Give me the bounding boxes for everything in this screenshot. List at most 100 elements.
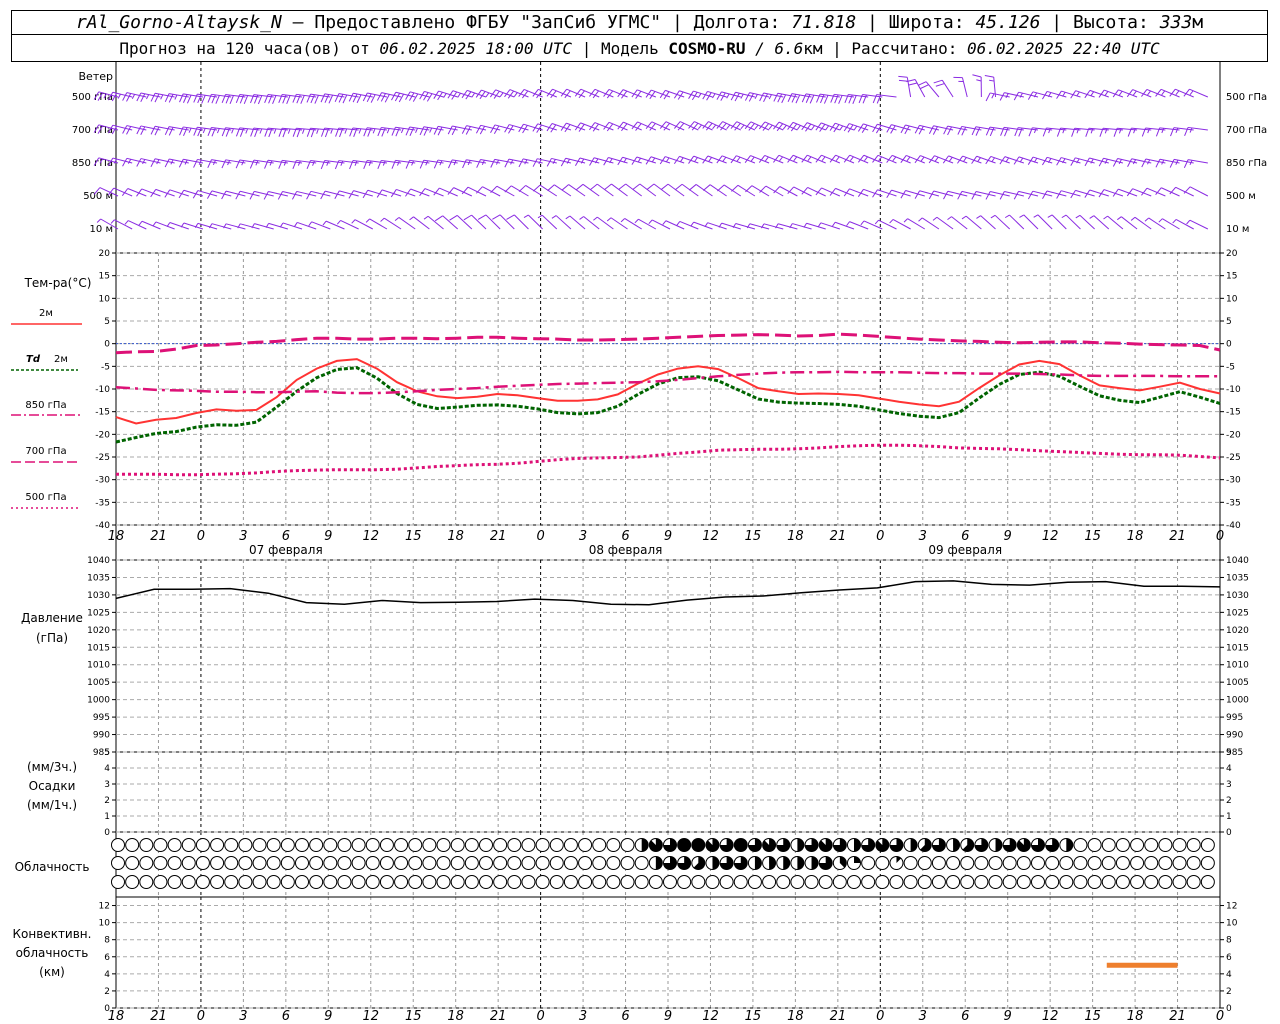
cloud-symbol [1059,838,1074,852]
wind-barb-feather [989,79,995,82]
precip-tick-label-right: 3 [1226,780,1232,790]
wind-barb-feather [1027,190,1034,200]
cloud-fill [769,856,776,870]
wind-barb [787,186,812,197]
wind-barb-feather [356,94,362,104]
wind-barb-feather [249,191,255,200]
wind-barb-feather [146,94,150,100]
cloud-symbol [634,875,649,889]
wind-barb-feather [697,124,702,130]
cloud-symbol [620,875,635,889]
cloud-symbol [1087,875,1102,889]
wind-barb [1112,89,1138,98]
cloud-circle [946,875,961,889]
cloud-symbol [323,875,338,889]
wind-barb-feather [492,214,501,220]
x-tick-label-mid: 21 [830,529,847,544]
cloud-circle [436,838,451,852]
cloud-symbol [578,856,593,870]
temp-tick-label-right: 20 [1226,249,1238,259]
wind-barb-shaft [568,184,586,197]
wind-barb-feather [193,159,198,168]
cloud-symbol [875,875,890,889]
cloud-symbol [1158,838,1173,852]
wind-barb-feather [745,185,753,193]
wind-barb-shaft [1051,214,1067,230]
cloud-symbol [266,875,281,889]
wind-barb-feather [362,92,368,102]
temp-tick-label-left: -25 [95,453,110,463]
wind-barb-feather [340,160,344,166]
cloud-symbol [535,856,550,870]
cloud-symbol [295,838,309,852]
temp-tick-label-right: -20 [1226,430,1241,440]
cloud-fill [953,838,960,852]
cloud-circle [224,875,239,889]
wind-barb [291,190,317,200]
cloud-symbol [549,856,564,870]
cloud-circle [832,875,847,889]
cloud-symbol [861,838,876,852]
cloud-circle [988,875,1003,889]
wind-barb-shaft [442,215,459,230]
x-tick-label-bottom: 0 [536,1009,544,1024]
wind-barb-feather [722,156,727,162]
wind-barb-feather [759,185,767,193]
cloud-symbol [464,838,479,852]
wind-barb-feather [273,128,277,134]
cloud-circle [379,838,394,852]
wind-barb-shaft [914,79,926,98]
pressure-tick-label-left: 1015 [87,643,110,653]
wind-barb-feather [429,127,433,133]
cloud-symbol [238,875,253,889]
cloud-fill [854,838,861,852]
cloud-circle [351,856,366,870]
wind-barb-feather [690,221,695,227]
wind-barb-feather [665,157,670,163]
wind-barb [943,190,968,200]
cloud-symbol [747,856,762,870]
wind-barb [645,121,671,131]
wind-barb [603,88,628,99]
pressure-tick-label-left: 1040 [87,556,110,566]
cloud-circle [946,856,961,870]
wind-barb-feather [1013,191,1019,200]
cloud-circle [394,838,409,852]
wind-barb-shaft [499,214,515,230]
cloud-fill [854,856,861,863]
conv-tick-label-right: 10 [1226,919,1238,929]
wind-barb-feather [1147,90,1151,96]
cloud-symbol [691,838,706,852]
wind-barb-feather [168,94,174,103]
wind-barb-feather [154,126,160,136]
x-tick-label-bottom: 3 [239,1009,247,1024]
wind-barb-feather [150,126,156,135]
wind-barb-feather [490,185,498,194]
wind-barb [957,155,982,164]
meteogram: Ветер 500 гПа 500 гПа 700 гПа 700 гПа 850 гПа… [11,62,1267,1024]
wind-barb-feather [754,124,759,130]
cloud-circle [210,875,225,889]
cloud-circle [606,856,621,870]
cloud-circle [677,875,692,889]
cloud-circle [1200,838,1215,852]
pressure-tick-label-right: 990 [1226,731,1243,741]
cloud-symbol [521,856,536,870]
wind-barb [547,184,572,197]
x-tick-label-bottom: 12 [362,1009,379,1024]
wind-barb-shaft [1079,214,1095,230]
wind-barb-feather [476,159,481,168]
cloud-symbol [1045,856,1060,870]
x-tick-label-mid: 21 [490,529,507,544]
cloud-symbol [323,838,338,852]
x-tick-label-bottom: 0 [197,1009,205,1024]
pressure-tick-label-right: 1000 [1226,696,1249,706]
wind-barb-feather [449,214,458,221]
wind-barb-feather [932,126,938,135]
x-tick-label-mid: 15 [405,529,422,544]
wind-barb [1155,187,1180,197]
wind-barb-feather [150,158,156,168]
cloud-circle [1045,875,1060,889]
wind-barb-feather [712,124,717,130]
wind-barb-shaft [597,216,614,230]
